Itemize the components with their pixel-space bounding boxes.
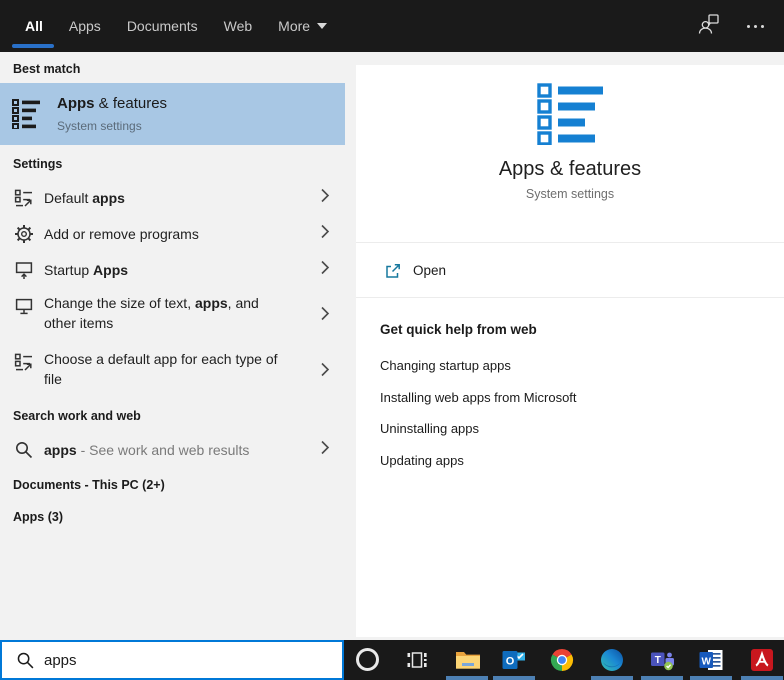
task-view-icon[interactable]	[405, 648, 429, 672]
quick-help-header: Get quick help from web	[380, 322, 537, 337]
word-icon[interactable]: W	[699, 648, 723, 672]
search-icon	[16, 651, 35, 670]
preview-subtitle: System settings	[356, 187, 784, 201]
chevron-right-icon[interactable]	[320, 306, 330, 327]
svg-text:W: W	[701, 656, 711, 667]
file-explorer-icon[interactable]	[455, 648, 479, 672]
result-label: Default apps	[44, 188, 282, 208]
search-top-bar: All Apps Documents Web More	[0, 0, 784, 52]
result-web-search[interactable]: apps - See work and web results	[0, 432, 345, 468]
chrome-icon[interactable]	[550, 648, 574, 672]
chevron-right-icon[interactable]	[320, 362, 330, 383]
running-indicator	[446, 676, 488, 680]
apps-group-header[interactable]: Apps (3)	[13, 510, 63, 524]
taskbar: O T	[344, 640, 784, 680]
gear-icon	[13, 224, 35, 244]
teams-icon[interactable]: T	[650, 648, 674, 672]
feedback-icon[interactable]	[697, 12, 721, 41]
best-match-subtitle: System settings	[57, 119, 142, 133]
best-match-header: Best match	[13, 62, 80, 76]
result-label: apps - See work and web results	[44, 440, 282, 460]
running-indicator	[741, 676, 783, 680]
best-match-title-rest: & features	[95, 95, 168, 112]
result-label: Choose a default app for each type of fi…	[44, 349, 282, 389]
active-tab-indicator	[12, 44, 54, 48]
result-label: Change the size of text, apps, and other…	[44, 293, 282, 333]
open-label: Open	[413, 263, 446, 278]
svg-text:O: O	[506, 656, 515, 668]
cortana-icon[interactable]	[355, 648, 379, 672]
display-monitor-icon	[13, 296, 35, 316]
search-results-panel: Best match Apps & features System settin…	[0, 52, 345, 640]
tab-all[interactable]: All	[25, 18, 43, 34]
settings-header: Settings	[13, 157, 62, 171]
search-work-web-header: Search work and web	[13, 409, 141, 423]
help-link-changing-startup-apps[interactable]: Changing startup apps	[380, 358, 511, 373]
default-apps-list-icon	[13, 352, 35, 372]
running-indicator	[591, 676, 633, 680]
chevron-right-icon[interactable]	[320, 188, 330, 209]
taskbar-search-box[interactable]	[0, 640, 344, 680]
acrobat-icon[interactable]	[750, 648, 774, 672]
more-options-icon[interactable]	[747, 25, 764, 28]
outlook-icon[interactable]: O	[502, 648, 526, 672]
tab-web-label: Web	[224, 18, 253, 34]
running-indicator	[493, 676, 535, 680]
open-action[interactable]: Open	[356, 243, 784, 297]
search-input[interactable]	[44, 642, 324, 678]
search-icon	[13, 440, 35, 460]
tab-web[interactable]: Web	[224, 18, 253, 34]
filter-tabs: All Apps Documents Web More	[25, 0, 327, 52]
svg-text:T: T	[655, 655, 661, 666]
result-add-remove-programs[interactable]: Add or remove programs	[0, 216, 345, 252]
tab-more-label: More	[278, 18, 310, 34]
best-match-title-bold: Apps	[57, 95, 95, 112]
running-indicator	[690, 676, 732, 680]
result-choose-default-app[interactable]: Choose a default app for each type of fi…	[0, 344, 345, 400]
open-external-icon	[384, 262, 402, 285]
preview-title: Apps & features	[356, 158, 784, 181]
startup-monitor-icon	[13, 260, 35, 280]
tab-documents-label: Documents	[127, 18, 198, 34]
apps-features-icon	[12, 99, 42, 134]
documents-group-header[interactable]: Documents - This PC (2+)	[13, 478, 165, 492]
result-change-size[interactable]: Change the size of text, apps, and other…	[0, 288, 345, 344]
result-label: Startup Apps	[44, 260, 282, 280]
result-startup-apps[interactable]: Startup Apps	[0, 252, 345, 288]
tab-apps-label: Apps	[69, 18, 101, 34]
best-match-title: Apps & features	[57, 95, 167, 112]
tab-documents[interactable]: Documents	[127, 18, 198, 34]
chevron-right-icon[interactable]	[320, 224, 330, 245]
preview-panel: Apps & features System settings Open Get…	[356, 65, 784, 637]
help-link-uninstalling-apps[interactable]: Uninstalling apps	[380, 421, 479, 436]
help-link-installing-web-apps[interactable]: Installing web apps from Microsoft	[380, 390, 577, 405]
tab-apps[interactable]: Apps	[69, 18, 101, 34]
result-default-apps[interactable]: Default apps	[0, 180, 345, 216]
edge-icon[interactable]	[600, 648, 624, 672]
tab-more[interactable]: More	[278, 18, 327, 34]
chevron-right-icon[interactable]	[320, 440, 330, 461]
result-label: Add or remove programs	[44, 224, 282, 244]
tab-all-label: All	[25, 18, 43, 34]
chevron-right-icon[interactable]	[320, 260, 330, 281]
help-link-updating-apps[interactable]: Updating apps	[380, 453, 464, 468]
apps-features-icon	[537, 83, 603, 145]
chevron-down-icon	[317, 23, 327, 29]
best-match-result[interactable]: Apps & features System settings	[0, 83, 345, 145]
default-apps-list-icon	[13, 188, 35, 208]
divider	[356, 297, 784, 298]
running-indicator	[641, 676, 683, 680]
